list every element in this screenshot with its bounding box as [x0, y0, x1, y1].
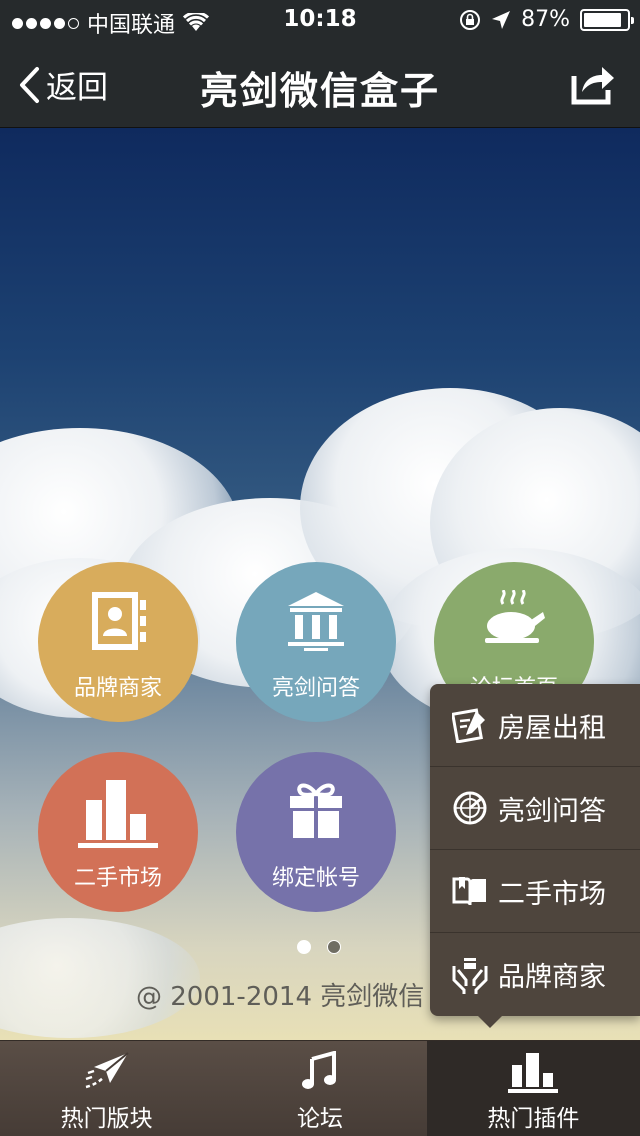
- tab-hot-plugins[interactable]: 热门插件: [426, 1041, 640, 1136]
- status-bar: 中国联通 10:18 87%: [0, 0, 640, 40]
- status-right-group: 87%: [459, 7, 634, 32]
- hands-gift-icon: [452, 957, 488, 994]
- popup-item-label: 二手市场: [498, 878, 606, 910]
- copyright-text: @ 2001-2014 亮剑微信: [136, 982, 425, 1012]
- app-label: 二手市场: [73, 866, 162, 891]
- bar-chart-icon: [508, 1053, 559, 1093]
- app-second-hand-market[interactable]: 二手市场: [38, 752, 198, 912]
- tab-label: 热门插件: [487, 1106, 580, 1132]
- plugin-popup-menu: 房屋出租 亮剑问答 二手市场 品牌商家: [430, 684, 640, 1028]
- signature-pen-icon: [452, 708, 485, 743]
- battery-percent: 87%: [521, 7, 570, 32]
- app-brand-merchant[interactable]: 品牌商家: [38, 562, 198, 722]
- tab-forum[interactable]: 论坛: [213, 1041, 426, 1136]
- location-arrow-icon: [492, 10, 511, 29]
- share-icon[interactable]: [570, 62, 616, 106]
- music-note-icon: [301, 1051, 336, 1089]
- paper-plane-icon: [85, 1052, 129, 1089]
- tab-label: 论坛: [296, 1106, 343, 1132]
- bar-chart-icon: [78, 780, 158, 848]
- rotation-lock-icon: [460, 9, 481, 30]
- page-indicator: [297, 940, 341, 954]
- tab-label: 热门版块: [60, 1106, 153, 1132]
- page-dot-active[interactable]: [297, 940, 311, 954]
- popup-item-second-hand-market[interactable]: 二手市场: [430, 850, 640, 933]
- popup-item-label: 房屋出租: [498, 712, 606, 744]
- page-title: 亮剑微信盒子: [199, 69, 440, 113]
- battery-icon: [580, 8, 634, 31]
- contacts-book-icon: [92, 592, 146, 650]
- page-dot[interactable]: [327, 940, 341, 954]
- app-liangjian-qa[interactable]: 亮剑问答: [236, 562, 396, 722]
- app-label: 亮剑问答: [271, 676, 360, 701]
- app-label: 品牌商家: [73, 676, 162, 701]
- roast-chicken-icon: [485, 590, 545, 643]
- app-label: 绑定帐号: [271, 866, 360, 891]
- app-bind-account[interactable]: 绑定帐号: [236, 752, 396, 912]
- open-book-icon: [452, 877, 486, 906]
- popup-item-brand-merchant[interactable]: 品牌商家: [430, 933, 640, 1016]
- popup-item-house-rental[interactable]: 房屋出租: [430, 684, 640, 767]
- popup-item-liangjian-qa[interactable]: 亮剑问答: [430, 767, 640, 850]
- nav-bar: 返回 亮剑微信盒子: [0, 40, 640, 128]
- bottom-tab-bar: 热门版块 论坛 热门插件: [0, 1040, 640, 1136]
- popup-item-label: 亮剑问答: [498, 795, 606, 827]
- tab-hot-sections[interactable]: 热门版块: [0, 1041, 213, 1136]
- popup-item-label: 品牌商家: [498, 962, 606, 993]
- gift-icon: [290, 783, 342, 838]
- battery-fill: [584, 12, 621, 27]
- radar-icon: [453, 791, 487, 825]
- bank-icon: [288, 592, 344, 651]
